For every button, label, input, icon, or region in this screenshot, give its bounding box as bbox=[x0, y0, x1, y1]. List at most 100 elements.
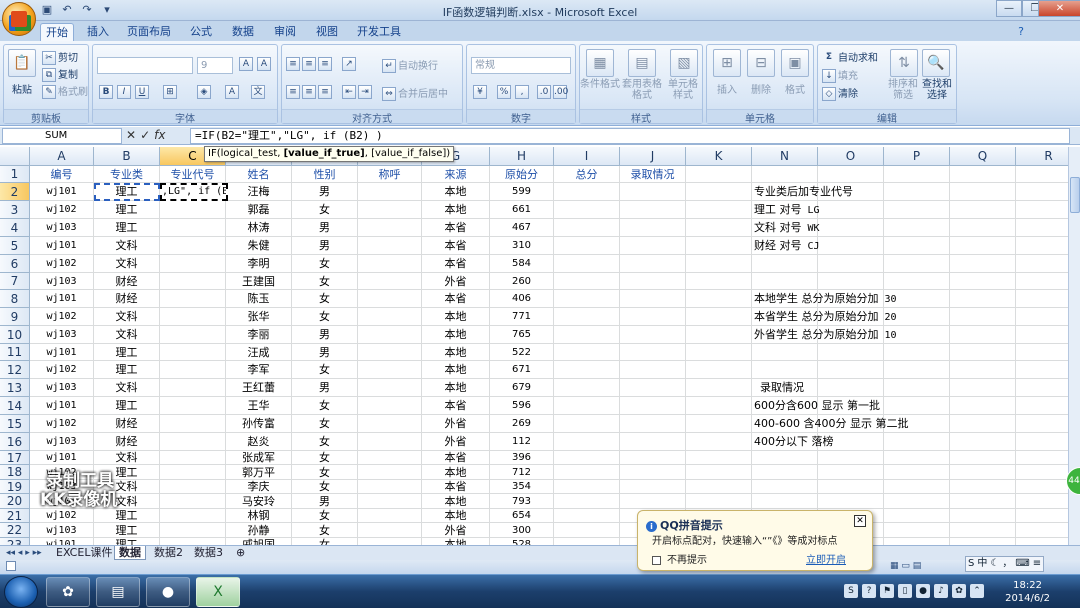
grid-cell[interactable] bbox=[1016, 523, 1068, 538]
grid-cell[interactable] bbox=[620, 379, 686, 397]
grid-cell[interactable] bbox=[686, 379, 752, 397]
grid-cell[interactable]: 本地 bbox=[422, 494, 490, 509]
row-header[interactable]: 22 bbox=[0, 523, 30, 538]
grid-cell[interactable]: 李庆 bbox=[226, 480, 292, 494]
grid-cell[interactable] bbox=[1016, 183, 1068, 201]
row-header[interactable]: 7 bbox=[0, 273, 30, 290]
currency-button[interactable]: ¥ bbox=[473, 85, 489, 99]
qq-dont-show-checkbox[interactable]: 不再提示 bbox=[652, 551, 707, 566]
grid-cell[interactable]: 765 bbox=[490, 326, 554, 344]
phonetic-button[interactable]: 文 bbox=[251, 85, 267, 99]
merge-center-button[interactable]: ⇔ 合并后居中 bbox=[382, 85, 448, 101]
grid-cell[interactable] bbox=[686, 480, 752, 494]
grid-cell[interactable]: 文科 bbox=[94, 308, 160, 326]
column-header[interactable]: J bbox=[620, 147, 686, 166]
grid-cell[interactable] bbox=[160, 451, 226, 465]
align-left-button[interactable]: ≡ ≡ ≡ bbox=[286, 85, 334, 99]
grid-cell[interactable] bbox=[554, 379, 620, 397]
grid-cell[interactable] bbox=[1016, 379, 1068, 397]
taskbar-recorder-icon[interactable]: ● bbox=[146, 577, 190, 607]
grid-cell[interactable] bbox=[950, 433, 1016, 451]
grid-cell[interactable]: 男 bbox=[292, 219, 358, 237]
grid-cell[interactable]: 张成军 bbox=[226, 451, 292, 465]
grid-cell[interactable] bbox=[950, 201, 1016, 219]
minimize-button[interactable]: — bbox=[996, 0, 1022, 17]
header-cell[interactable]: 原始分 bbox=[490, 166, 554, 183]
grid-cell[interactable]: 本地 bbox=[422, 465, 490, 480]
scroll-thumb[interactable] bbox=[1070, 177, 1080, 213]
grid-cell[interactable] bbox=[950, 451, 1016, 465]
grid-cell[interactable] bbox=[950, 494, 1016, 509]
grid-cell[interactable]: wj101 bbox=[30, 344, 94, 361]
grid-cell[interactable] bbox=[950, 538, 1016, 545]
tray-qq-icon[interactable]: ✿ bbox=[952, 584, 966, 598]
grid-cell[interactable] bbox=[686, 361, 752, 379]
grid-cell[interactable]: 文科 bbox=[94, 326, 160, 344]
clock[interactable]: 18:22 2014/6/2 bbox=[1005, 579, 1050, 605]
grid-cell[interactable]: 本省 bbox=[422, 480, 490, 494]
grid-cell[interactable]: 女 bbox=[292, 509, 358, 523]
grid-cell[interactable]: 理工 bbox=[94, 397, 160, 415]
grid-cell[interactable] bbox=[950, 183, 1016, 201]
column-header[interactable]: B bbox=[94, 147, 160, 166]
grid-cell[interactable] bbox=[620, 361, 686, 379]
grid-cell[interactable] bbox=[358, 201, 422, 219]
grid-cell[interactable] bbox=[160, 480, 226, 494]
grid-cell[interactable]: 354 bbox=[490, 480, 554, 494]
grid-cell[interactable] bbox=[686, 494, 752, 509]
grid-cell[interactable] bbox=[686, 166, 752, 183]
formula-input[interactable]: =IF(B2="理工","LG", if (B2) ) bbox=[190, 128, 1070, 144]
grid-cell[interactable] bbox=[818, 361, 884, 379]
column-header[interactable]: K bbox=[686, 147, 752, 166]
column-header[interactable]: N bbox=[752, 147, 818, 166]
grid-cell[interactable]: 本地 bbox=[422, 201, 490, 219]
undo-icon[interactable]: ↶ bbox=[60, 3, 74, 17]
grid-cell[interactable] bbox=[818, 273, 884, 290]
font-color-button[interactable]: A bbox=[225, 85, 241, 99]
tray-volume-icon[interactable]: ♪ bbox=[934, 584, 948, 598]
align-top-button[interactable]: ≡ ≡ ≡ bbox=[286, 57, 334, 71]
grid-cell[interactable] bbox=[554, 308, 620, 326]
grid-cell[interactable] bbox=[884, 451, 950, 465]
grid-cell[interactable] bbox=[884, 361, 950, 379]
grid-cell[interactable] bbox=[1016, 397, 1068, 415]
grid-cell[interactable]: 王红蕾 bbox=[226, 379, 292, 397]
grid-cell[interactable] bbox=[950, 480, 1016, 494]
grid-cell[interactable] bbox=[818, 451, 884, 465]
grid-cell[interactable] bbox=[160, 509, 226, 523]
grid-cell[interactable] bbox=[1016, 494, 1068, 509]
tray-recorder-icon[interactable]: ● bbox=[916, 584, 930, 598]
row-header[interactable]: 16 bbox=[0, 433, 30, 451]
grid-cell[interactable] bbox=[554, 523, 620, 538]
grid-cell[interactable] bbox=[950, 237, 1016, 255]
grid-cell[interactable]: 本省 bbox=[422, 237, 490, 255]
column-header[interactable]: Q bbox=[950, 147, 1016, 166]
sheet-tab-excel[interactable]: EXCEL课件 bbox=[52, 546, 116, 560]
fill-color-button[interactable]: ◈ bbox=[197, 85, 213, 99]
grid-cell[interactable]: wj101 bbox=[30, 237, 94, 255]
grid-cell[interactable] bbox=[554, 344, 620, 361]
grid-cell[interactable] bbox=[160, 201, 226, 219]
grid-cell[interactable] bbox=[950, 326, 1016, 344]
grid-cell[interactable] bbox=[620, 451, 686, 465]
grid-cell[interactable] bbox=[358, 361, 422, 379]
grid-cell[interactable] bbox=[358, 326, 422, 344]
grid-cell[interactable] bbox=[884, 465, 950, 480]
grid-cell[interactable]: wj101 bbox=[30, 451, 94, 465]
grid-cell[interactable]: 300 bbox=[490, 523, 554, 538]
grid-cell[interactable] bbox=[620, 308, 686, 326]
grid-cell[interactable] bbox=[358, 494, 422, 509]
grid-cell[interactable] bbox=[358, 465, 422, 480]
grid-cell[interactable] bbox=[358, 255, 422, 273]
grid-cell[interactable] bbox=[950, 415, 1016, 433]
grid-cell[interactable] bbox=[620, 494, 686, 509]
grid-cell[interactable]: 赵炎 bbox=[226, 433, 292, 451]
grid-cell[interactable]: 712 bbox=[490, 465, 554, 480]
grid-cell[interactable] bbox=[358, 379, 422, 397]
grid-cell[interactable] bbox=[884, 509, 950, 523]
conditional-format-icon[interactable]: ▦ bbox=[586, 49, 614, 77]
grid-cell[interactable] bbox=[752, 494, 818, 509]
grid-cell[interactable] bbox=[884, 397, 950, 415]
grid-cell[interactable]: 财经 bbox=[94, 433, 160, 451]
grid-cell[interactable] bbox=[686, 308, 752, 326]
